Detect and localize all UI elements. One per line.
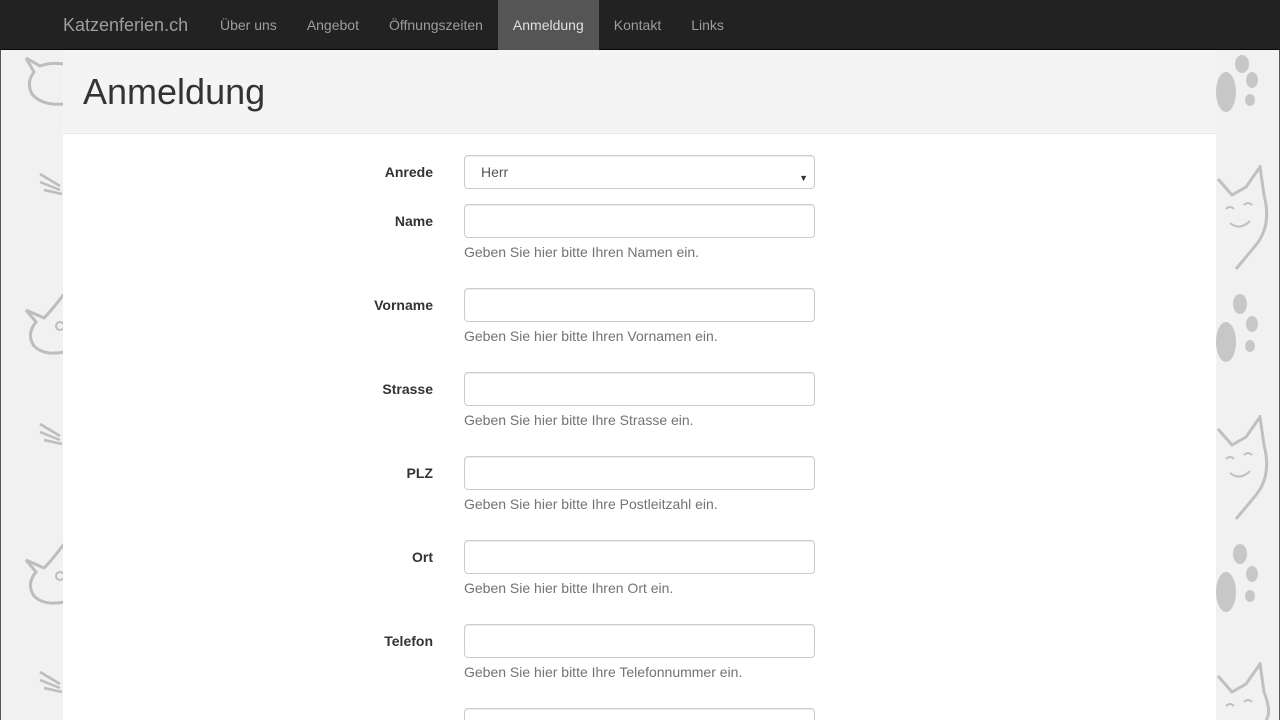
vorname-input[interactable] (464, 288, 815, 322)
page-header: Anmeldung (63, 50, 1216, 134)
paw-scratch-icon (39, 422, 63, 446)
telefon-input[interactable] (464, 624, 815, 658)
ort-label: Ort (412, 549, 433, 565)
cat-head-icon (24, 56, 65, 106)
plz-label: PLZ (406, 465, 433, 481)
strasse-help-text: Geben Sie hier bitte Ihre Strasse ein. (464, 412, 694, 428)
plz-input[interactable] (464, 456, 815, 490)
page-title: Anmeldung (83, 71, 266, 112)
next-input-partial[interactable] (464, 708, 815, 720)
nav-item-ueber-uns[interactable]: Über uns (205, 0, 292, 50)
strasse-label: Strasse (382, 381, 433, 397)
name-label: Name (394, 213, 433, 229)
paw-scratch-icon (39, 670, 63, 694)
strasse-input[interactable] (464, 372, 815, 406)
main-container: Anmeldung Anrede Herr ▼ Name Geben Sie h… (63, 50, 1216, 720)
plz-help-text: Geben Sie hier bitte Ihre Postleitzahl e… (464, 496, 718, 512)
top-navbar: Katzenferien.ch Über uns Angebot Öffnung… (0, 0, 1280, 50)
nav-item-links[interactable]: Links (676, 0, 739, 50)
vorname-help-text: Geben Sie hier bitte Ihren Vornamen ein. (464, 328, 718, 344)
brand-link[interactable]: Katzenferien.ch (63, 0, 188, 50)
cat-face-icon (1216, 165, 1269, 270)
anrede-selected-value: Herr (481, 164, 509, 180)
cat-face-icon (1216, 662, 1271, 720)
name-input[interactable] (464, 204, 815, 238)
paw-print-icon (1216, 544, 1258, 612)
window-border-left (0, 0, 1, 720)
vorname-label: Vorname (374, 297, 433, 313)
paw-print-icon (1216, 55, 1258, 112)
nav-item-oeffnungszeiten[interactable]: Öffnungszeiten (374, 0, 498, 50)
ort-input[interactable] (464, 540, 815, 574)
telefon-label: Telefon (384, 633, 433, 649)
nav-item-anmeldung[interactable]: Anmeldung (497, 0, 599, 50)
nav-menu: Über uns Angebot Öffnungszeiten Anmeldun… (205, 0, 739, 50)
name-help-text: Geben Sie hier bitte Ihren Namen ein. (464, 244, 700, 260)
anrede-select[interactable]: Herr ▼ (464, 155, 815, 189)
telefon-help-text: Geben Sie hier bitte Ihre Telefonnummer … (464, 664, 743, 680)
paw-print-icon (1216, 294, 1258, 362)
nav-item-kontakt[interactable]: Kontakt (599, 0, 676, 50)
cat-face-icon (1216, 415, 1269, 520)
nav-item-angebot[interactable]: Angebot (292, 0, 374, 50)
chevron-down-icon: ▼ (799, 173, 808, 183)
anrede-label: Anrede (384, 164, 433, 180)
cat-head-icon (24, 293, 66, 355)
paw-scratch-icon (39, 172, 63, 196)
cat-head-icon (24, 543, 66, 605)
ort-help-text: Geben Sie hier bitte Ihren Ort ein. (464, 580, 674, 596)
